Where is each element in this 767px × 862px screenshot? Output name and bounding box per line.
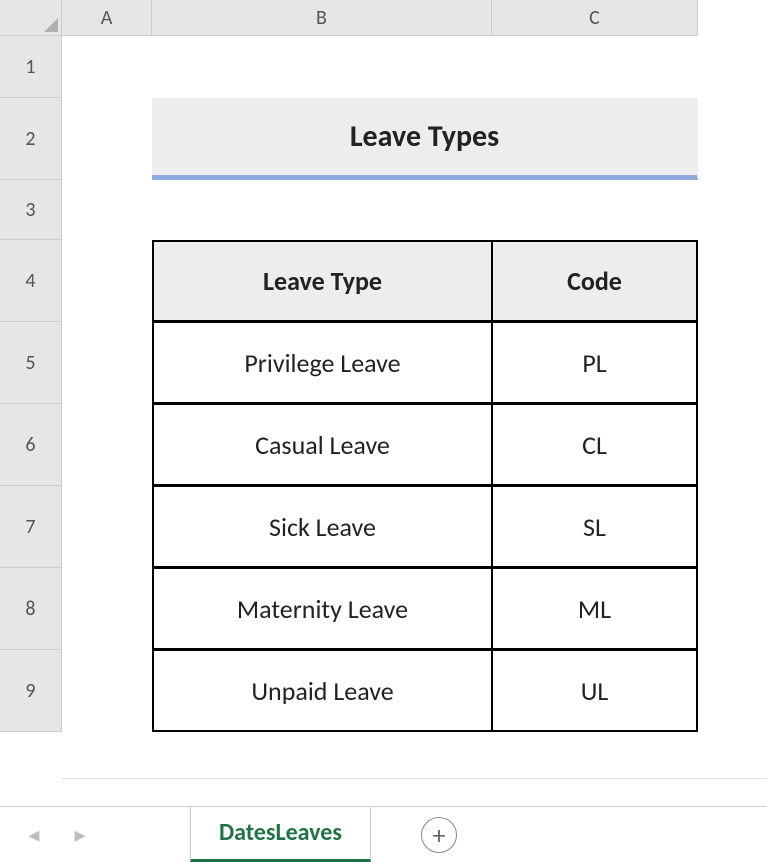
- table-row[interactable]: Sick Leave: [152, 486, 492, 568]
- row-header-7[interactable]: 7: [0, 486, 62, 568]
- header-code[interactable]: Code: [492, 240, 698, 322]
- table-row[interactable]: Unpaid Leave: [152, 650, 492, 732]
- select-all-corner[interactable]: [0, 0, 62, 36]
- row-header-1[interactable]: 1: [0, 36, 62, 98]
- header-leave-type[interactable]: Leave Type: [152, 240, 492, 322]
- sheet-tab-bar: ◂ ▸ DatesLeaves +: [0, 806, 767, 862]
- table-row[interactable]: CL: [492, 404, 698, 486]
- table-row[interactable]: PL: [492, 322, 698, 404]
- table-row[interactable]: Casual Leave: [152, 404, 492, 486]
- next-sheet-icon[interactable]: ▸: [60, 815, 100, 855]
- col-header-a[interactable]: A: [62, 0, 152, 36]
- row-header-2[interactable]: 2: [0, 98, 62, 180]
- table-row[interactable]: UL: [492, 650, 698, 732]
- title-cell[interactable]: Leave Types: [152, 98, 698, 180]
- row-header-5[interactable]: 5: [0, 322, 62, 404]
- table-row[interactable]: ML: [492, 568, 698, 650]
- col-header-c[interactable]: C: [492, 0, 698, 36]
- table-row[interactable]: Privilege Leave: [152, 322, 492, 404]
- row-header-3[interactable]: 3: [0, 180, 62, 240]
- worksheet-grid: A B C 1 2 3 4 5 6 7 8 9 Leave Types Leav…: [0, 0, 698, 732]
- add-sheet-icon[interactable]: +: [421, 817, 457, 853]
- prev-sheet-icon[interactable]: ◂: [14, 815, 54, 855]
- row-header-4[interactable]: 4: [0, 240, 62, 322]
- sheet-tab-active[interactable]: DatesLeaves: [190, 806, 371, 862]
- table-row[interactable]: SL: [492, 486, 698, 568]
- col-header-b[interactable]: B: [152, 0, 492, 36]
- row-header-8[interactable]: 8: [0, 568, 62, 650]
- row-header-6[interactable]: 6: [0, 404, 62, 486]
- table-row[interactable]: Maternity Leave: [152, 568, 492, 650]
- row-header-9[interactable]: 9: [0, 650, 62, 732]
- sheet-bottom-gap: [62, 778, 767, 806]
